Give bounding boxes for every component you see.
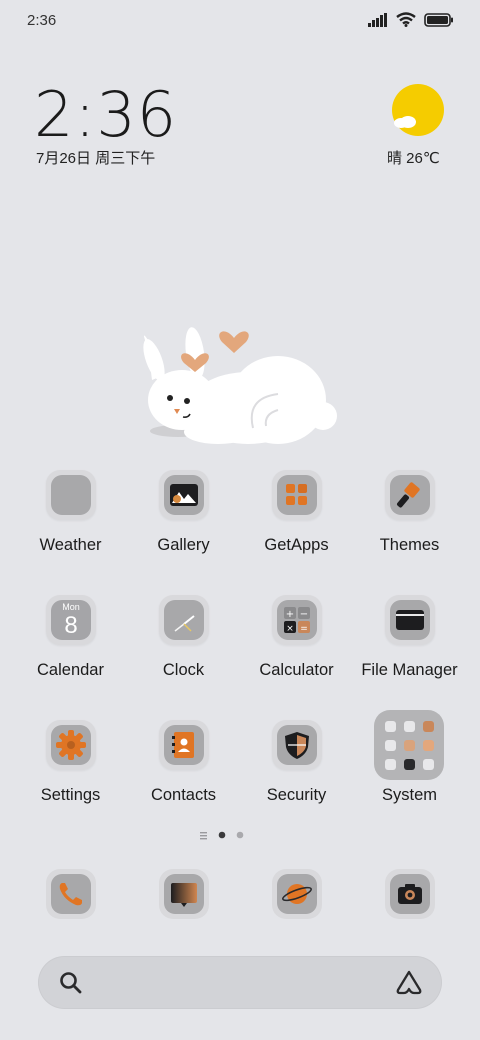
messages-icon bbox=[164, 874, 204, 914]
signal-icon bbox=[368, 12, 387, 27]
calendar-icon: Mon 8 bbox=[51, 600, 91, 640]
status-bar: 2:36 bbox=[0, 0, 480, 42]
mini-app-icon bbox=[385, 740, 396, 751]
calculator-icon: + − × = bbox=[277, 600, 317, 640]
camera-icon bbox=[390, 874, 430, 914]
page-indicator[interactable] bbox=[200, 828, 280, 842]
app-label: File Manager bbox=[361, 661, 458, 679]
app-label: GetApps bbox=[264, 536, 329, 554]
mini-app-icon bbox=[404, 740, 415, 751]
gallery-icon bbox=[164, 475, 204, 515]
app-label: System bbox=[381, 786, 437, 804]
getapps-icon bbox=[277, 475, 317, 515]
app-gallery[interactable]: Gallery bbox=[127, 470, 240, 570]
app-settings[interactable]: Settings bbox=[14, 720, 127, 820]
dock-phone[interactable] bbox=[46, 869, 96, 919]
mini-app-icon bbox=[423, 721, 434, 732]
search-icon bbox=[60, 972, 82, 994]
app-calendar[interactable]: Mon 8 Calendar bbox=[14, 595, 127, 695]
assistant-icon[interactable] bbox=[394, 969, 424, 995]
gear-icon bbox=[51, 725, 91, 765]
contacts-icon bbox=[164, 725, 204, 765]
rabbit-illustration bbox=[143, 327, 337, 444]
weather-app-icon bbox=[51, 475, 91, 515]
svg-text:×: × bbox=[286, 624, 294, 634]
app-file-manager[interactable]: File Manager bbox=[353, 595, 466, 695]
mini-app-icon bbox=[423, 759, 434, 770]
weather-text: 晴 26℃ bbox=[387, 150, 440, 167]
app-security[interactable]: Security bbox=[240, 720, 353, 820]
status-icons bbox=[368, 12, 454, 27]
app-themes[interactable]: Themes bbox=[353, 470, 466, 570]
app-label: Themes bbox=[379, 536, 440, 554]
dock-browser[interactable] bbox=[272, 869, 322, 919]
app-label: Calendar bbox=[37, 661, 104, 679]
list-view-icon bbox=[200, 832, 207, 840]
app-getapps[interactable]: GetApps bbox=[240, 470, 353, 570]
system-folder-icon[interactable] bbox=[374, 710, 444, 780]
dock-messages[interactable] bbox=[159, 869, 209, 919]
svg-text:=: = bbox=[300, 624, 308, 634]
mini-app-icon bbox=[423, 740, 434, 751]
battery-icon bbox=[424, 12, 453, 27]
mini-app-icon bbox=[404, 721, 415, 732]
app-label: Calculator bbox=[259, 661, 334, 679]
app-label: Contacts bbox=[150, 786, 217, 804]
page-dot-current bbox=[218, 831, 226, 839]
app-label: Gallery bbox=[157, 536, 210, 554]
app-contacts[interactable]: Contacts bbox=[127, 720, 240, 820]
shield-icon bbox=[277, 725, 317, 765]
status-time: 2:36 bbox=[27, 12, 57, 29]
clock-icon bbox=[164, 600, 204, 640]
svg-text:+: + bbox=[286, 609, 294, 620]
app-label: Clock bbox=[162, 661, 205, 679]
planet-icon bbox=[277, 874, 317, 914]
mini-app-icon bbox=[404, 759, 415, 770]
dock-camera[interactable] bbox=[385, 869, 435, 919]
cloud-icon bbox=[394, 116, 416, 128]
app-label: Weather bbox=[39, 536, 102, 554]
svg-text:−: − bbox=[300, 609, 308, 620]
clock-widget-time[interactable]: 2:36 bbox=[34, 78, 177, 151]
folder-icon bbox=[390, 600, 430, 640]
phone-icon bbox=[51, 874, 91, 914]
search-bar[interactable] bbox=[38, 956, 442, 1009]
clock-widget-date: 7月26日 周三下午 bbox=[36, 150, 156, 167]
app-calculator[interactable]: + − × = Calculator bbox=[240, 595, 353, 695]
mini-app-icon bbox=[385, 759, 396, 770]
app-clock[interactable]: Clock bbox=[127, 595, 240, 695]
mini-app-icon bbox=[385, 721, 396, 732]
app-label: Settings bbox=[40, 786, 101, 804]
page-dot bbox=[236, 831, 244, 839]
wifi-icon bbox=[396, 12, 416, 27]
app-label: Security bbox=[266, 786, 327, 804]
app-weather[interactable]: Weather bbox=[14, 470, 127, 570]
calendar-weekday: Mon bbox=[62, 602, 80, 612]
calendar-day-number: 8 bbox=[64, 612, 78, 639]
paintbrush-icon bbox=[390, 475, 430, 515]
sun-icon[interactable] bbox=[392, 84, 444, 136]
